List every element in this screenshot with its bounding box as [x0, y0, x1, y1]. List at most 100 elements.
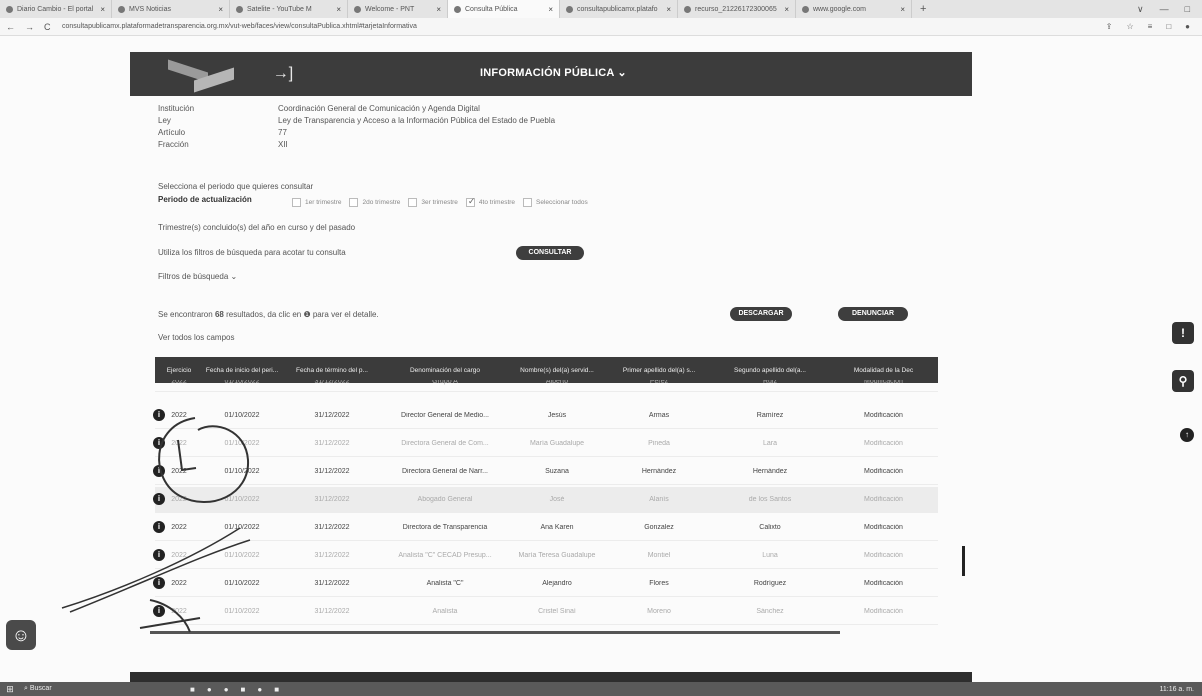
table-cell: 2022	[171, 380, 187, 385]
column-header[interactable]: Nombre(s) del(a) servid...	[507, 367, 607, 374]
tab-close-icon[interactable]: ×	[94, 5, 105, 14]
row-detail-info-icon[interactable]: i	[153, 577, 165, 589]
browser-tools: ⇪ ☆ ≡ □ ●	[1106, 22, 1202, 31]
table-cell: Armas	[648, 412, 670, 419]
taskbar-app-icon[interactable]: ●	[224, 685, 229, 694]
tab-close-icon[interactable]: ×	[542, 5, 553, 14]
taskbar-app-icon[interactable]: ●	[257, 685, 262, 694]
table-cell: Ruiz	[762, 380, 777, 385]
table-row-partial[interactable]: 2022 01/10/2022 31/12/2022 Grupo A Alberto Pé…	[155, 380, 938, 392]
browser-tab[interactable]: consultapublicamx.platafo ×	[560, 0, 678, 18]
table-row[interactable]: i 2022 01/10/2022 31/12/2022 Analista "C" Ale…	[153, 571, 938, 597]
column-header[interactable]: Modalidad de la Dec	[829, 367, 938, 374]
share-icon[interactable]: ⇪	[1106, 22, 1113, 31]
back-icon[interactable]: ←	[6, 22, 15, 32]
row-detail-info-icon[interactable]: i	[153, 549, 165, 561]
table-row[interactable]: i 2022 01/10/2022 31/12/2022 Analista Cristel…	[153, 599, 938, 625]
alert-icon[interactable]: !	[1172, 322, 1194, 344]
accessibility-icon[interactable]: ☺	[6, 620, 36, 650]
browser-tab[interactable]: Welcome - PNT ×	[348, 0, 448, 18]
browser-tab[interactable]: Satelite - YouTube M ×	[230, 0, 348, 18]
table-row[interactable]: i 2022 01/10/2022 31/12/2022 Directora de Tr…	[153, 515, 938, 541]
windows-start-icon[interactable]: ⊞	[0, 684, 20, 695]
table-cell: Hernández	[752, 468, 788, 475]
table-row[interactable]: i 2022 01/10/2022 31/12/2022 Abogado General…	[153, 487, 938, 513]
browser-tab[interactable]: recurso_21226172300065 ×	[678, 0, 796, 18]
period-checkbox[interactable]	[465, 196, 475, 207]
browser-tab[interactable]: Consulta Pública ×	[448, 0, 560, 18]
login-icon[interactable]: →]	[272, 63, 294, 85]
column-header[interactable]: Denominación del cargo	[383, 367, 507, 374]
public-info-menu[interactable]: INFORMACIÓN PÚBLICA ⌄	[480, 66, 627, 79]
url-field[interactable]: consultapublicamx.plataformadetransparen…	[62, 23, 1106, 30]
taskbar-app-icon[interactable]: ■	[274, 685, 279, 694]
row-detail-info-icon[interactable]: i	[153, 605, 165, 617]
tab-close-icon[interactable]: ×	[212, 5, 223, 14]
table-cell: 01/10/2022	[224, 608, 260, 615]
period-option[interactable]: Seleccionar todos	[523, 198, 588, 207]
row-detail-info-icon[interactable]: i	[153, 521, 165, 533]
row-detail-info-icon[interactable]: i	[153, 465, 165, 477]
tab-close-icon[interactable]: ×	[660, 5, 671, 14]
tab-close-icon[interactable]: ×	[330, 5, 341, 14]
browser-tab[interactable]: www.google.com ×	[796, 0, 912, 18]
maximize-icon[interactable]: □	[1185, 4, 1190, 15]
table-cell: Sánchez	[756, 608, 784, 615]
consult-button[interactable]: CONSULTAR	[516, 246, 584, 260]
period-checkbox[interactable]	[292, 198, 301, 207]
period-checkbox[interactable]	[349, 198, 359, 207]
table-cell: Analista "C"	[426, 580, 464, 587]
column-header[interactable]: Fecha de inicio del peri...	[203, 367, 281, 374]
table-row[interactable]: i 2022 01/10/2022 31/12/2022 Directora Gener…	[153, 431, 938, 457]
table-cell: 01/10/2022	[224, 496, 260, 503]
row-detail-info-icon[interactable]: i	[153, 437, 165, 449]
taskbar-app-icon[interactable]: ■	[241, 685, 246, 694]
browser-tab-strip: Diario Cambio - El portal × MVS Noticias × S…	[0, 0, 1202, 18]
period-option[interactable]: 1er trimestre	[292, 198, 341, 207]
browser-tab[interactable]: MVS Noticias ×	[112, 0, 230, 18]
minimize-chevron-icon[interactable]: ∨	[1137, 4, 1144, 15]
period-option[interactable]: 3er trimestre	[408, 198, 458, 207]
table-cell: Lara	[762, 440, 777, 447]
period-checkbox[interactable]	[408, 198, 418, 207]
scroll-up-icon[interactable]: ↑	[1180, 428, 1194, 442]
taskbar-search[interactable]: ⌕ Buscar	[20, 685, 110, 693]
reload-icon[interactable]: C	[44, 22, 51, 32]
taskbar-app-icon[interactable]: ■	[190, 685, 195, 694]
forward-icon[interactable]: →	[25, 22, 34, 32]
table-row[interactable]: i 2022 01/10/2022 31/12/2022 Directora Gener…	[153, 459, 938, 485]
row-detail-info-icon[interactable]: i	[153, 409, 165, 421]
help-icon[interactable]: ⚲	[1172, 370, 1194, 392]
institution-logo	[160, 59, 240, 93]
download-button[interactable]: DESCARGAR	[730, 307, 792, 321]
period-option[interactable]: 4to trimestre	[465, 196, 515, 207]
taskbar-app-icon[interactable]: ●	[207, 685, 212, 694]
tab-close-icon[interactable]: ×	[894, 5, 905, 14]
browser-tab-label: Satelite - YouTube M	[247, 5, 312, 13]
profile-icon[interactable]: ●	[1185, 22, 1190, 31]
reading-list-icon[interactable]: ≡	[1148, 22, 1153, 31]
new-tab-button[interactable]: +	[912, 3, 934, 15]
table-cell: 31/12/2022	[314, 552, 350, 559]
tab-close-icon[interactable]: ×	[430, 5, 441, 14]
column-header[interactable]: Fecha de término del p...	[281, 367, 383, 374]
browser-tab[interactable]: Diario Cambio - El portal ×	[0, 0, 112, 18]
column-header[interactable]: Ejercicio	[155, 367, 203, 374]
column-header[interactable]: Primer apellido del(a) s...	[607, 367, 711, 374]
bookmark-star-icon[interactable]: ☆	[1126, 22, 1133, 31]
period-checkbox[interactable]	[523, 198, 533, 207]
see-all-fields-link[interactable]: Ver todos los campos	[158, 333, 234, 342]
search-filters-toggle[interactable]: Filtros de búsqueda ⌄	[158, 272, 237, 281]
period-option[interactable]: 2do trimestre	[349, 198, 400, 207]
table-cell: 31/12/2022	[314, 468, 350, 475]
table-scrollbar[interactable]	[962, 546, 965, 576]
report-button[interactable]: DENUNCIAR	[838, 307, 908, 321]
ink-strike-line	[150, 631, 840, 634]
table-row[interactable]: i 2022 01/10/2022 31/12/2022 Analista "C" CE…	[153, 543, 938, 569]
row-detail-info-icon[interactable]: i	[153, 493, 165, 505]
tab-close-icon[interactable]: ×	[778, 5, 789, 14]
minimize-icon[interactable]: —	[1160, 4, 1169, 15]
column-header[interactable]: Segundo apellido del(a...	[711, 367, 829, 374]
table-row[interactable]: i 2022 01/10/2022 31/12/2022 Director Genera…	[153, 403, 938, 429]
sidepanel-icon[interactable]: □	[1166, 22, 1171, 31]
